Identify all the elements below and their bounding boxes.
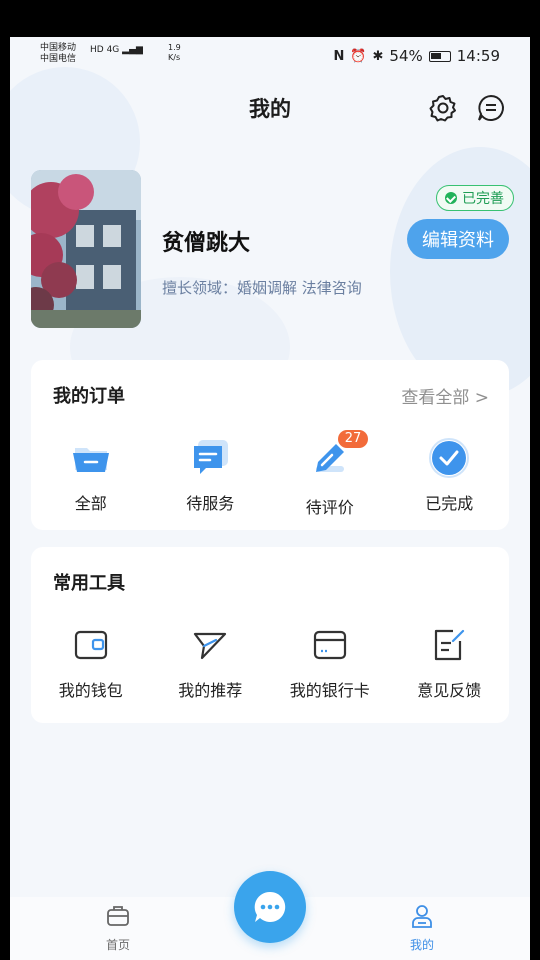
feedback-icon bbox=[435, 629, 465, 661]
tools-title: 常用工具 bbox=[53, 573, 125, 594]
tab-mine[interactable]: 我的 bbox=[382, 903, 462, 953]
order-tab-label: 全部 bbox=[74, 494, 107, 513]
order-tab-pending-service[interactable]: 待服务 bbox=[151, 438, 271, 518]
speed-value: 1.9 bbox=[168, 43, 181, 52]
orders-title: 我的订单 bbox=[53, 386, 125, 407]
carrier-info: 中国移动 中国电信 bbox=[40, 43, 76, 65]
status-bar: 中国移动 中国电信 HD 4G ▂▄▆ 1.9 K/s N ⏰ ✱ 54% 14… bbox=[10, 37, 530, 77]
profile-complete-badge: 已完善 bbox=[436, 185, 514, 211]
network-type: 4G bbox=[106, 45, 120, 55]
order-tab-pending-review[interactable]: 27 待评价 bbox=[270, 430, 390, 518]
send-icon bbox=[194, 632, 227, 660]
alarm-icon: ⏰ bbox=[350, 48, 367, 64]
tab-label: 我的 bbox=[409, 938, 434, 952]
tab-home[interactable]: 首页 bbox=[78, 903, 158, 953]
edit-profile-button[interactable]: 编辑资料 bbox=[407, 219, 509, 259]
tools-card: 常用工具 我的钱包 我的推荐 我的银行卡 意见反馈 bbox=[31, 547, 509, 723]
check-icon bbox=[445, 192, 457, 204]
order-tab-label: 待服务 bbox=[186, 494, 235, 513]
wallet-icon bbox=[74, 630, 107, 660]
speed-unit: K/s bbox=[168, 53, 181, 62]
review-count-badge: 27 bbox=[337, 430, 369, 448]
tool-label: 我的推荐 bbox=[178, 681, 243, 700]
order-tab-label: 已完成 bbox=[425, 494, 474, 513]
order-status-list: 全部 待服务 27 待评价 已完成 bbox=[31, 430, 510, 518]
orders-card: 我的订单 查看全部 > 全部 待服务 27 待评价 已完成 bbox=[31, 360, 509, 530]
badge-label: 已完善 bbox=[462, 191, 504, 207]
tools-list: 我的钱包 我的推荐 我的银行卡 意见反馈 bbox=[31, 625, 509, 701]
avatar-photo bbox=[31, 170, 141, 328]
tool-wallet[interactable]: 我的钱包 bbox=[31, 625, 151, 701]
battery-icon bbox=[428, 50, 451, 62]
chat-fab-button[interactable] bbox=[234, 871, 306, 943]
folder-icon bbox=[72, 448, 109, 472]
user-name: 贫僧跳大 bbox=[162, 231, 251, 256]
tool-bank-card[interactable]: 我的银行卡 bbox=[270, 625, 390, 701]
tool-feedback[interactable]: 意见反馈 bbox=[390, 625, 510, 701]
nfc-icon: N bbox=[333, 48, 345, 64]
gear-icon[interactable] bbox=[428, 93, 458, 123]
hd-label: HD bbox=[90, 45, 104, 55]
tool-referral[interactable]: 我的推荐 bbox=[151, 625, 271, 701]
carrier-name: 中国电信 bbox=[40, 54, 77, 64]
tab-label: 首页 bbox=[105, 938, 130, 952]
order-tab-completed[interactable]: 已完成 bbox=[390, 438, 510, 518]
status-right: N ⏰ ✱ 54% 14:59 bbox=[333, 47, 500, 65]
tool-label: 我的银行卡 bbox=[289, 681, 370, 700]
bank-card-icon bbox=[313, 630, 346, 660]
tool-label: 意见反馈 bbox=[417, 681, 482, 700]
user-icon bbox=[412, 905, 432, 928]
avatar[interactable] bbox=[31, 170, 141, 328]
tool-label: 我的钱包 bbox=[58, 681, 123, 700]
check-circle-icon bbox=[429, 438, 470, 478]
network-speed: 1.9 K/s bbox=[168, 43, 181, 63]
carrier-name: 中国移动 bbox=[40, 43, 77, 53]
expertise-text: 擅长领域：婚姻调解 法律咨询 bbox=[162, 279, 362, 297]
message-icon bbox=[194, 440, 229, 474]
order-tab-all[interactable]: 全部 bbox=[31, 438, 151, 518]
briefcase-icon bbox=[107, 906, 129, 926]
chat-bubble-icon bbox=[254, 891, 286, 922]
battery-percent: 54% bbox=[389, 47, 423, 65]
view-all-link[interactable]: 查看全部 > bbox=[401, 383, 489, 408]
signal-icon: HD 4G ▂▄▆ bbox=[90, 45, 143, 55]
screen: 中国移动 中国电信 HD 4G ▂▄▆ 1.9 K/s N ⏰ ✱ 54% 14… bbox=[10, 37, 530, 960]
order-tab-label: 待评价 bbox=[305, 498, 354, 517]
bluetooth-icon: ✱ bbox=[372, 48, 384, 64]
chat-icon[interactable] bbox=[476, 93, 506, 123]
clock: 14:59 bbox=[456, 47, 500, 65]
